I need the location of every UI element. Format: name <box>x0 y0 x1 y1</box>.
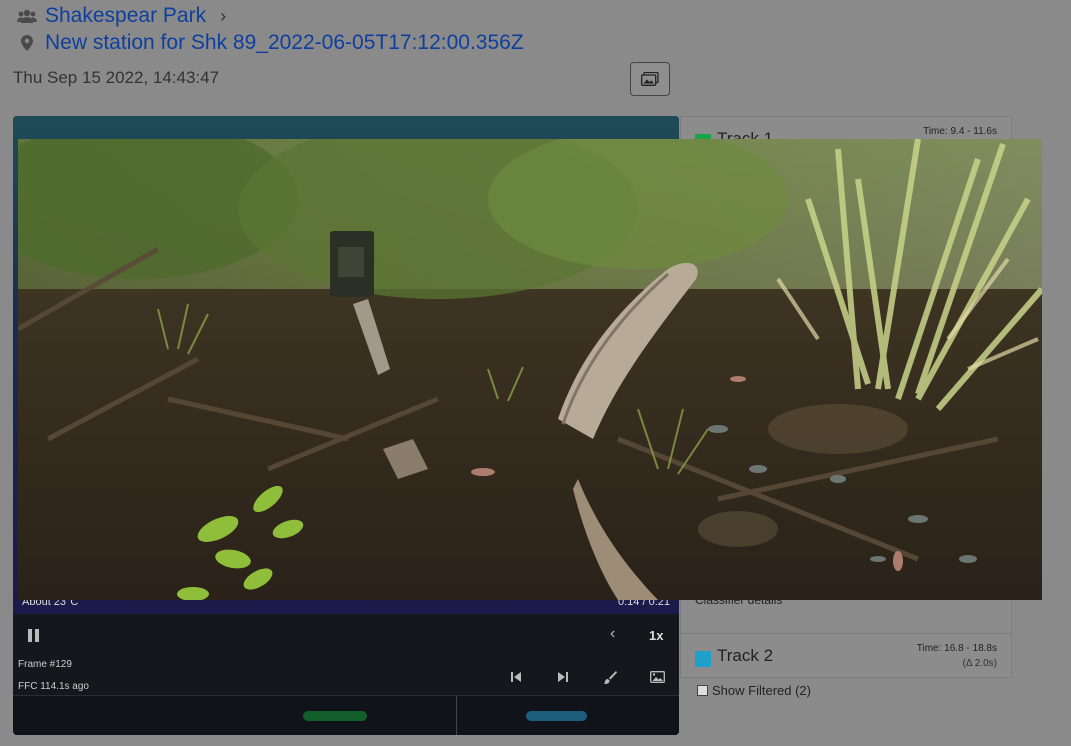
track-time: Time: 16.8 - 18.8s <box>916 643 997 654</box>
gallery-button[interactable] <box>630 62 670 96</box>
track-color-swatch <box>695 651 711 667</box>
camera-photo-overlay[interactable] <box>18 139 1042 600</box>
track-timeline[interactable] <box>13 695 679 735</box>
breadcrumb-group[interactable]: Shakespear Park › <box>17 4 226 28</box>
image-icon[interactable] <box>648 669 666 685</box>
track-time: Time: 9.4 - 11.6s <box>923 126 997 137</box>
pause-button[interactable] <box>28 629 42 643</box>
images-icon <box>641 72 659 86</box>
frame-number: Frame #129 <box>18 659 72 670</box>
paint-brush-icon[interactable] <box>601 669 619 685</box>
track-duration: (Δ 2.0s) <box>962 658 997 669</box>
timeline-track-2[interactable] <box>526 711 587 721</box>
timeline-playhead[interactable] <box>456 696 457 735</box>
skip-next-icon[interactable] <box>554 669 572 685</box>
map-marker-icon <box>17 35 37 51</box>
track-item[interactable]: Track 2 Time: 16.8 - 18.8s (Δ 2.0s) <box>681 633 1011 677</box>
chevron-left-icon[interactable]: ‹ <box>610 625 615 643</box>
track-label: Track 2 <box>717 646 774 665</box>
playback-speed-button[interactable]: 1x <box>649 628 663 643</box>
recording-datetime: Thu Sep 15 2022, 14:43:47 <box>13 68 220 87</box>
timeline-track-1[interactable] <box>303 711 367 721</box>
show-filtered-label: Show Filtered (2) <box>712 683 811 698</box>
breadcrumb-group-label[interactable]: Shakespear Park <box>45 4 206 28</box>
breadcrumb-station-label[interactable]: New station for Shk 89_2022-06-05T17:12:… <box>45 31 524 55</box>
skip-previous-icon[interactable] <box>507 669 525 685</box>
ffc-status: FFC 114.1s ago <box>18 681 89 692</box>
users-icon <box>17 9 37 23</box>
breadcrumb-station[interactable]: New station for Shk 89_2022-06-05T17:12:… <box>17 31 524 55</box>
checkbox-box[interactable] <box>697 685 708 696</box>
show-filtered-checkbox[interactable]: Show Filtered (2) <box>697 683 811 698</box>
chevron-right-icon: › <box>220 5 227 26</box>
